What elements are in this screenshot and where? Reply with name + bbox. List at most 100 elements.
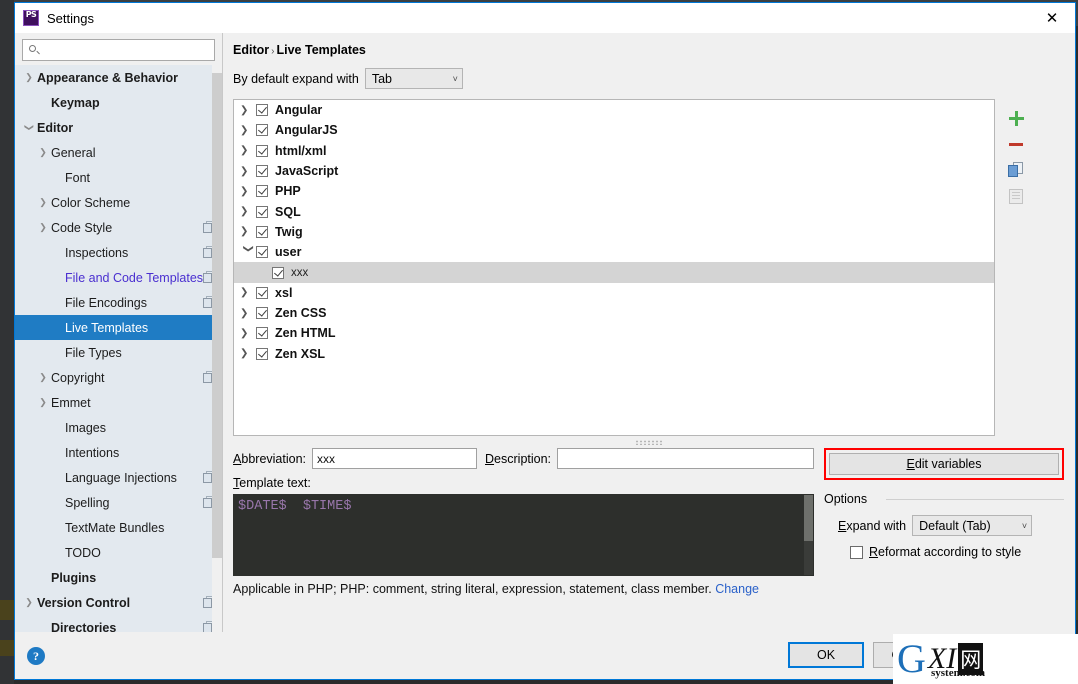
move-to-group-button[interactable] — [1003, 183, 1029, 209]
chevron-right-icon[interactable]: ❯ — [240, 287, 256, 298]
change-context-link[interactable]: Change — [715, 582, 759, 596]
chevron-right-icon[interactable]: ❯ — [35, 198, 51, 207]
reformat-row[interactable]: Reformat according to style — [824, 545, 1064, 559]
template-text-editor[interactable]: $DATE$ $TIME$ — [233, 494, 814, 576]
template-row[interactable]: ❯ Twig — [234, 222, 994, 242]
chevron-down-icon[interactable]: ❯ — [25, 120, 35, 136]
sidebar-item-live-templates[interactable]: Live Templates — [15, 315, 223, 340]
template-row[interactable]: ❯ PHP — [234, 181, 994, 201]
template-row[interactable]: ❯ xsl — [234, 283, 994, 303]
template-checkbox[interactable] — [256, 124, 269, 137]
template-row[interactable]: ❯ html/xml — [234, 141, 994, 161]
template-checkbox[interactable] — [256, 225, 269, 238]
help-icon[interactable]: ? — [27, 647, 45, 665]
sidebar-item-file-encodings[interactable]: File Encodings — [15, 290, 222, 315]
template-row[interactable]: ❯ AngularJS — [234, 120, 994, 140]
sidebar-item-intentions[interactable]: Intentions — [15, 440, 222, 465]
chevron-right-icon[interactable]: ❯ — [240, 186, 256, 197]
sidebar-item-color-scheme[interactable]: ❯ Color Scheme — [15, 190, 222, 215]
template-checkbox[interactable] — [256, 185, 269, 198]
template-checkbox[interactable] — [256, 347, 269, 360]
sidebar-item-textmate-bundles[interactable]: TextMate Bundles — [15, 515, 222, 540]
sidebar-item-images[interactable]: Images — [15, 415, 222, 440]
sidebar-item-editor[interactable]: ❯ Editor — [15, 115, 222, 140]
editor-scrollbar-thumb[interactable] — [804, 495, 813, 541]
reformat-label: Reformat according to style — [869, 545, 1022, 559]
add-template-button[interactable] — [1003, 105, 1029, 131]
template-row[interactable]: ❯ Angular — [234, 100, 994, 120]
remove-template-button[interactable] — [1003, 131, 1029, 157]
splitter-handle-dots — [634, 439, 663, 445]
duplicate-template-button[interactable] — [1003, 157, 1029, 183]
template-row[interactable]: ❯ Zen HTML — [234, 323, 994, 343]
chevron-right-icon[interactable]: ❯ — [240, 125, 256, 136]
sidebar-item-emmet[interactable]: ❯ Emmet — [15, 390, 222, 415]
template-checkbox[interactable] — [256, 144, 269, 157]
sidebar-item-todo[interactable]: TODO — [15, 540, 222, 565]
template-row[interactable]: ❯ Zen XSL — [234, 344, 994, 364]
sidebar-item-inspections[interactable]: Inspections — [15, 240, 222, 265]
sidebar-item-language-injections[interactable]: Language Injections — [15, 465, 222, 490]
chevron-right-icon[interactable]: ❯ — [21, 73, 37, 82]
search-box[interactable] — [22, 39, 216, 61]
template-checkbox[interactable] — [272, 266, 285, 279]
chevron-right-icon[interactable]: ❯ — [35, 223, 51, 232]
settings-tree[interactable]: ❯ Appearance & Behavior Keymap ❯ Editor ❯ Gene… — [15, 65, 223, 632]
default-expand-select[interactable]: Tab ˅ — [364, 68, 463, 89]
breadcrumb-parent[interactable]: Editor — [233, 43, 269, 57]
template-checkbox[interactable] — [256, 205, 269, 218]
template-row[interactable]: xxx — [234, 262, 995, 283]
expand-with-select[interactable]: Default (Tab) ˅ — [912, 515, 1033, 536]
chevron-right-icon[interactable]: ❯ — [240, 105, 256, 116]
sidebar-item-file-and-code-templates[interactable]: File and Code Templates — [15, 265, 222, 290]
chevron-right-icon[interactable]: ❯ — [240, 206, 256, 217]
template-checkbox[interactable] — [256, 286, 269, 299]
description-input[interactable] — [557, 448, 814, 469]
sidebar-item-keymap[interactable]: Keymap — [15, 90, 222, 115]
search-input[interactable] — [41, 40, 215, 60]
panel-splitter[interactable] — [233, 436, 1064, 448]
reformat-checkbox[interactable] — [850, 545, 863, 559]
sidebar-item-label: Intentions — [65, 445, 120, 460]
template-checkbox[interactable] — [256, 307, 269, 320]
abbreviation-input[interactable] — [312, 448, 478, 469]
chevron-right-icon[interactable]: ❯ — [240, 226, 256, 237]
chevron-right-icon[interactable]: ❯ — [240, 348, 256, 359]
sidebar-item-appearance-behavior[interactable]: ❯ Appearance & Behavior — [15, 65, 222, 90]
sidebar-scrollbar-thumb[interactable] — [212, 73, 223, 558]
chevron-right-icon[interactable]: ❯ — [240, 328, 256, 339]
template-checkbox[interactable] — [256, 104, 269, 117]
chevron-right-icon[interactable]: ❯ — [35, 398, 51, 407]
template-checkbox[interactable] — [256, 165, 269, 178]
ok-button[interactable]: OK — [788, 642, 864, 668]
template-row[interactable]: ❯ user — [234, 242, 994, 262]
template-checkbox[interactable] — [256, 327, 269, 340]
chevron-right-icon[interactable]: ❯ — [240, 166, 256, 177]
sidebar-item-plugins[interactable]: Plugins — [15, 565, 222, 590]
sidebar-item-spelling[interactable]: Spelling — [15, 490, 222, 515]
sidebar-item-directories[interactable]: Directories — [15, 615, 222, 632]
editor-scrollbar-track[interactable] — [804, 495, 813, 575]
templates-list[interactable]: ❯ Angular ❯ AngularJS ❯ html/xml ❯ JavaScript ❯ P… — [233, 99, 996, 436]
sidebar-item-font[interactable]: Font — [15, 165, 222, 190]
sidebar-item-general[interactable]: ❯ General — [15, 140, 222, 165]
sidebar-item-version-control[interactable]: ❯ Version Control — [15, 590, 222, 615]
chevron-right-icon[interactable]: ❯ — [35, 148, 51, 157]
chevron-right-icon[interactable]: ❯ — [240, 145, 256, 156]
template-checkbox[interactable] — [256, 246, 269, 259]
close-icon[interactable]: ✕ — [1029, 3, 1075, 32]
chevron-down-icon[interactable]: ❯ — [243, 244, 254, 260]
chevron-right-icon[interactable]: ❯ — [35, 373, 51, 382]
sidebar-item-label: TODO — [65, 545, 101, 560]
sidebar-scrollbar-track[interactable] — [212, 65, 223, 632]
edit-variables-button[interactable]: Edit variables — [829, 453, 1059, 475]
template-row[interactable]: ❯ Zen CSS — [234, 303, 994, 323]
chevron-right-icon[interactable]: ❯ — [21, 598, 37, 607]
chevron-right-icon[interactable]: ❯ — [240, 308, 256, 319]
sidebar-item-code-style[interactable]: ❯ Code Style — [15, 215, 222, 240]
sidebar-item-file-types[interactable]: File Types — [15, 340, 222, 365]
sidebar-item-label: General — [51, 145, 96, 160]
sidebar-item-copyright[interactable]: ❯ Copyright — [15, 365, 222, 390]
template-row[interactable]: ❯ SQL — [234, 201, 994, 221]
template-row[interactable]: ❯ JavaScript — [234, 161, 994, 181]
